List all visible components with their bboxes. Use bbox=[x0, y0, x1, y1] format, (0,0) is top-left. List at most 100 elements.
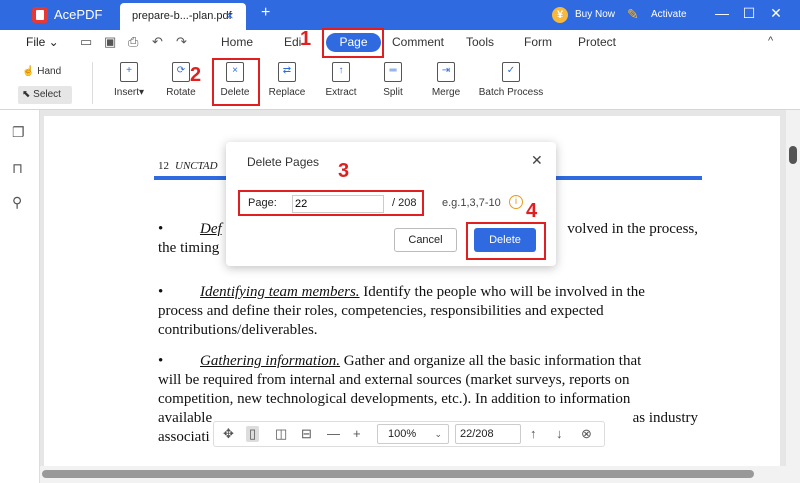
insert-dropdown-icon: ▾ bbox=[139, 87, 145, 98]
thumbnails-icon[interactable]: ❐ bbox=[12, 124, 25, 141]
title-bar: AcePDF prepare-b...-plan.pdf × + ¥ Buy N… bbox=[0, 0, 800, 30]
hand-label: Hand bbox=[37, 66, 62, 77]
batch-process-icon: ✓ bbox=[502, 62, 520, 82]
wand-icon[interactable]: ✎ bbox=[627, 6, 639, 23]
activate-link[interactable]: Activate bbox=[651, 9, 687, 20]
bullet-icon: • bbox=[158, 221, 164, 237]
horizontal-scroll-thumb[interactable] bbox=[42, 470, 754, 478]
vertical-scrollbar[interactable] bbox=[786, 110, 800, 466]
para1-line1-right: volved in the process, bbox=[567, 221, 698, 237]
bookmark-icon[interactable]: ⊓ bbox=[12, 160, 23, 177]
para3-line2: will be required from internal and exter… bbox=[158, 372, 630, 388]
split-button[interactable]: ═ Split bbox=[378, 62, 408, 98]
page-range-hint: e.g.1,3,7-10 bbox=[442, 197, 501, 209]
batch-process-button[interactable]: ✓ Batch Process bbox=[478, 62, 544, 98]
split-label: Split bbox=[383, 87, 403, 98]
buy-now-link[interactable]: Buy Now bbox=[575, 9, 615, 20]
undo-icon[interactable]: ↶ bbox=[152, 34, 163, 50]
ribbon-divider bbox=[92, 62, 93, 104]
close-window-button[interactable]: ✕ bbox=[766, 5, 786, 22]
insert-label: Insert bbox=[114, 87, 140, 98]
para3-line1: Gather and organize all the basic inform… bbox=[340, 353, 642, 369]
dialog-title: Delete Pages bbox=[247, 155, 320, 169]
page-header-text: UNCTAD bbox=[175, 160, 218, 172]
previous-page-icon[interactable]: ↑ bbox=[530, 426, 537, 441]
ribbon-toolbar: ☝ Hand ⬉ Select + Insert▾ ⟳ Rotate × Del… bbox=[0, 56, 800, 110]
rotate-page-icon: ⟳ bbox=[172, 62, 190, 82]
replace-label: Replace bbox=[268, 87, 306, 98]
tab-home[interactable]: Home bbox=[221, 35, 253, 49]
page-header-number: 12 bbox=[158, 160, 169, 172]
app-name: AcePDF bbox=[54, 7, 103, 22]
close-toolbar-icon[interactable]: ⊗ bbox=[581, 426, 592, 442]
next-page-icon[interactable]: ↓ bbox=[556, 426, 563, 441]
search-icon[interactable]: ⚲ bbox=[12, 194, 22, 211]
replace-page-icon: ⇄ bbox=[278, 62, 296, 82]
merge-pages-icon: ⇥ bbox=[437, 62, 455, 82]
para1-term: Def bbox=[200, 221, 222, 237]
redo-icon[interactable]: ↷ bbox=[176, 34, 187, 50]
left-sidebar: ❐ ⊓ ⚲ bbox=[0, 110, 40, 483]
zoom-select[interactable]: 100% ⌄ bbox=[377, 424, 449, 444]
file-menu[interactable]: File ⌄ bbox=[26, 35, 59, 49]
continuous-scroll-icon[interactable]: ⊟ bbox=[301, 426, 312, 442]
minimize-button[interactable]: — bbox=[712, 5, 732, 21]
tab-form[interactable]: Form bbox=[524, 35, 552, 49]
document-tab[interactable]: prepare-b...-plan.pdf × bbox=[120, 3, 246, 30]
batch-process-label: Batch Process bbox=[478, 87, 544, 98]
tab-edit[interactable]: Edi bbox=[284, 35, 301, 49]
replace-button[interactable]: ⇄ Replace bbox=[266, 62, 308, 98]
pan-icon[interactable]: ✥ bbox=[223, 426, 234, 442]
new-tab-button[interactable]: + bbox=[261, 4, 270, 22]
merge-label: Merge bbox=[431, 87, 461, 98]
insert-button[interactable]: + Insert▾ bbox=[114, 62, 144, 98]
app-logo-icon bbox=[32, 7, 48, 23]
zoom-in-icon[interactable]: + bbox=[353, 426, 361, 441]
merge-button[interactable]: ⇥ Merge bbox=[428, 62, 464, 98]
select-tool[interactable]: ⬉ Select bbox=[18, 86, 72, 104]
zoom-out-icon[interactable]: — bbox=[327, 426, 340, 441]
single-page-icon[interactable]: ▯ bbox=[246, 426, 260, 442]
vertical-scroll-thumb[interactable] bbox=[789, 146, 797, 164]
collapse-ribbon-icon[interactable]: ^ bbox=[768, 35, 773, 47]
chevron-down-icon: ⌄ bbox=[434, 429, 442, 439]
insert-page-icon: + bbox=[120, 62, 138, 82]
page-number-input[interactable]: 22/208 bbox=[455, 424, 521, 444]
annotation-box-delete-button bbox=[466, 222, 546, 260]
open-icon[interactable]: ▭ bbox=[80, 34, 92, 50]
cancel-button[interactable]: Cancel bbox=[394, 228, 457, 252]
view-toolbar: ✥ ▯ ◫ ⊟ — + 100% ⌄ 22/208 ↑ ↓ ⊗ bbox=[213, 421, 605, 447]
print-icon[interactable]: ⎙ bbox=[128, 34, 138, 50]
select-label: Select bbox=[33, 89, 61, 100]
close-tab-icon[interactable]: × bbox=[226, 8, 234, 23]
para2-line2: process and define their roles, competen… bbox=[158, 303, 604, 319]
close-dialog-icon[interactable]: ✕ bbox=[531, 152, 543, 169]
document-tab-label: prepare-b...-plan.pdf bbox=[132, 10, 232, 22]
extract-label: Extract bbox=[325, 87, 357, 98]
tab-tools[interactable]: Tools bbox=[466, 35, 494, 49]
menu-bar: File ⌄ ▭ ▣ ⎙ ↶ ↷ Home Edi Page Comment T… bbox=[0, 30, 800, 56]
file-menu-label: File bbox=[26, 35, 46, 49]
save-icon[interactable]: ▣ bbox=[104, 34, 116, 50]
para3-line3: competition, new technological developme… bbox=[158, 391, 631, 407]
coin-icon[interactable]: ¥ bbox=[552, 7, 568, 23]
para3-line4-right: as industry bbox=[632, 410, 698, 426]
annotation-box-page-tab bbox=[322, 28, 384, 58]
annotation-box-page-field bbox=[238, 190, 424, 216]
hand-icon: ☝ bbox=[22, 66, 35, 77]
page-header: 12 UNCTAD bbox=[158, 160, 218, 172]
para2-term: Identifying team members. bbox=[200, 284, 360, 300]
annotation-number-1: 1 bbox=[300, 28, 312, 50]
horizontal-scrollbar[interactable] bbox=[40, 466, 800, 483]
tab-comment[interactable]: Comment bbox=[392, 35, 444, 49]
annotation-number-4: 4 bbox=[526, 200, 538, 222]
tab-protect[interactable]: Protect bbox=[578, 35, 616, 49]
double-page-icon[interactable]: ◫ bbox=[275, 426, 287, 442]
hand-tool[interactable]: ☝ Hand bbox=[22, 66, 61, 77]
info-icon[interactable]: i bbox=[509, 195, 523, 209]
annotation-number-3: 3 bbox=[338, 160, 350, 182]
extract-button[interactable]: ↑ Extract bbox=[322, 62, 360, 98]
maximize-button[interactable]: ☐ bbox=[739, 5, 759, 22]
zoom-value: 100% bbox=[388, 428, 417, 440]
rotate-label: Rotate bbox=[166, 87, 196, 98]
